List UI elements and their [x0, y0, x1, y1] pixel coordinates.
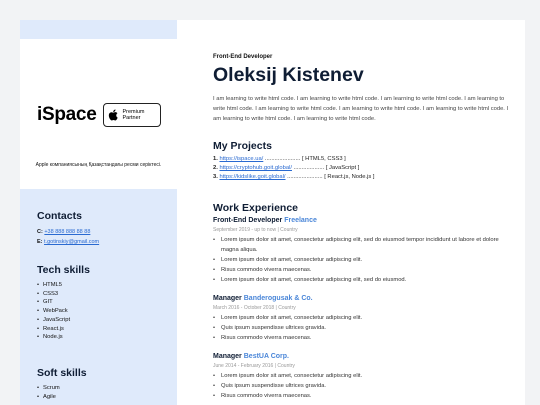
- job-company: Freelance: [284, 217, 317, 224]
- sidebar: iSpace Premium Partner Apple компаниясын…: [20, 20, 177, 405]
- project-leader: ......................: [285, 174, 325, 180]
- contacts-section: Contacts C: +38 888 888 88 88 E: t.gotin…: [37, 210, 99, 247]
- soft-skills-section: Soft skills Scrum Agile: [37, 367, 87, 401]
- apple-icon: [109, 109, 119, 121]
- badge-label: Premium Partner: [122, 109, 144, 122]
- logo-caption: Apple компаниясының Қазақстандағы ресми …: [35, 162, 162, 168]
- list-item: GIT: [37, 298, 90, 307]
- email-link[interactable]: t.gotinskiy@gmail.com: [44, 239, 99, 245]
- tech-skills-section: Tech skills HTML5 CSS3 GIT WebPack JavaS…: [37, 264, 90, 342]
- job-entry: Manager BestUA Corp. June 2014 - Februar…: [213, 353, 513, 401]
- list-item: Lorem ipsum dolor sit amet, consectetur …: [213, 371, 513, 381]
- intro-text: I am learning to write html code. I am l…: [213, 96, 509, 122]
- list-item: Lorem ipsum dolor sit amet, consectetur …: [213, 313, 513, 323]
- list-item: Lorem ipsum dolor sit amet, consectetur …: [213, 255, 513, 265]
- job-bullets: Lorem ipsum dolor sit amet, consectetur …: [213, 313, 513, 343]
- list-item: Agile: [37, 393, 87, 402]
- job-date: September 2019 - up to now | Country: [213, 227, 298, 233]
- list-item: Risus commodo viverra maecenas.: [213, 391, 513, 401]
- brand-logo: iSpace: [37, 104, 97, 125]
- job-entry: Manager Banderogusak & Co. March 2016 - …: [213, 295, 513, 343]
- list-item: Quis ipsum suspendisse ultrices gravida.: [213, 323, 513, 333]
- job-position: Manager: [213, 295, 242, 302]
- list-item: Scrum: [37, 384, 87, 393]
- email-label: E:: [37, 239, 43, 245]
- project-number: 2.: [213, 165, 218, 171]
- job-entry: Front-End Developer Freelance September …: [213, 217, 513, 285]
- soft-skills-heading: Soft skills: [37, 367, 87, 379]
- project-leader: ...................: [291, 165, 326, 171]
- soft-skills-list: Scrum Agile: [37, 384, 87, 401]
- project-tech: [ JavaScript ]: [325, 165, 360, 171]
- projects-heading: My Projects: [213, 140, 272, 152]
- premium-partner-badge: Premium Partner: [103, 103, 162, 127]
- project-tech: [ HTML5, CSS3 ]: [301, 156, 346, 162]
- project-link[interactable]: https://ispace.ua/: [219, 156, 263, 162]
- job-title: Manager BestUA Corp.: [213, 353, 513, 360]
- list-item: HTML5: [37, 281, 90, 290]
- experience-heading: Work Experience: [213, 202, 299, 214]
- job-bullets: Lorem ipsum dolor sit amet, consectetur …: [213, 235, 513, 285]
- person-name: Oleksij Kistenev: [213, 64, 364, 86]
- project-leader: ......................: [263, 156, 302, 162]
- list-item: JavaScript: [37, 316, 90, 325]
- job-position: Front-End Developer: [213, 217, 283, 224]
- list-item: CSS3: [37, 290, 90, 299]
- role-label: Front-End Developer: [213, 54, 273, 60]
- project-tech: [ React.js, Node.js ]: [324, 174, 375, 180]
- job-date: March 2016 - October 2018 | Country: [213, 305, 296, 311]
- job-date: June 2014 - February 2016 | Country: [213, 363, 295, 369]
- job-company: Banderogusak & Co.: [243, 295, 313, 302]
- project-item: 2. https://cryptohub.goit.global/ ......…: [213, 164, 374, 173]
- phone-line: C: +38 888 888 88 88: [37, 227, 99, 237]
- job-bullets: Lorem ipsum dolor sit amet, consectetur …: [213, 371, 513, 401]
- list-item: Lorem ipsum dolor sit amet, consectetur …: [213, 275, 513, 285]
- list-item: Quis ipsum suspendisse ultrices gravida.: [213, 381, 513, 391]
- resume-page: iSpace Premium Partner Apple компаниясын…: [20, 20, 525, 405]
- job-position: Manager: [213, 353, 242, 360]
- project-item: 3. https://kidslike.goit.global/ .......…: [213, 173, 374, 182]
- job-company: BestUA Corp.: [243, 353, 289, 360]
- phone-link[interactable]: +38 888 888 88 88: [44, 229, 90, 235]
- list-item: Risus commodo viverra maecenas.: [213, 265, 513, 275]
- job-title: Front-End Developer Freelance: [213, 217, 513, 224]
- tech-skills-heading: Tech skills: [37, 264, 90, 276]
- project-item: 1. https://ispace.ua/ ..................…: [213, 155, 374, 164]
- badge-line-2: Partner: [122, 115, 141, 121]
- logo-row: iSpace Premium Partner: [37, 103, 162, 127]
- list-item: Risus commodo viverra maecenas.: [213, 333, 513, 343]
- email-line: E: t.gotinskiy@gmail.com: [37, 237, 99, 247]
- contacts-heading: Contacts: [37, 210, 82, 222]
- project-link[interactable]: https://kidslike.goit.global/: [219, 174, 285, 180]
- job-title: Manager Banderogusak & Co.: [213, 295, 513, 302]
- project-number: 3.: [213, 174, 218, 180]
- list-item: WebPack: [37, 307, 90, 316]
- logo-box: iSpace Premium Partner Apple компаниясын…: [20, 39, 177, 189]
- sidebar-top-strip: [20, 20, 177, 39]
- project-link[interactable]: https://cryptohub.goit.global/: [219, 165, 292, 171]
- project-number: 1.: [213, 156, 218, 162]
- projects-list: 1. https://ispace.ua/ ..................…: [213, 155, 374, 182]
- tech-skills-list: HTML5 CSS3 GIT WebPack JavaScript React.…: [37, 281, 90, 342]
- list-item: React.js: [37, 325, 90, 334]
- list-item: Lorem ipsum dolor sit amet, consectetur …: [213, 235, 513, 255]
- phone-label: C:: [37, 229, 43, 235]
- list-item: Node.js: [37, 333, 90, 342]
